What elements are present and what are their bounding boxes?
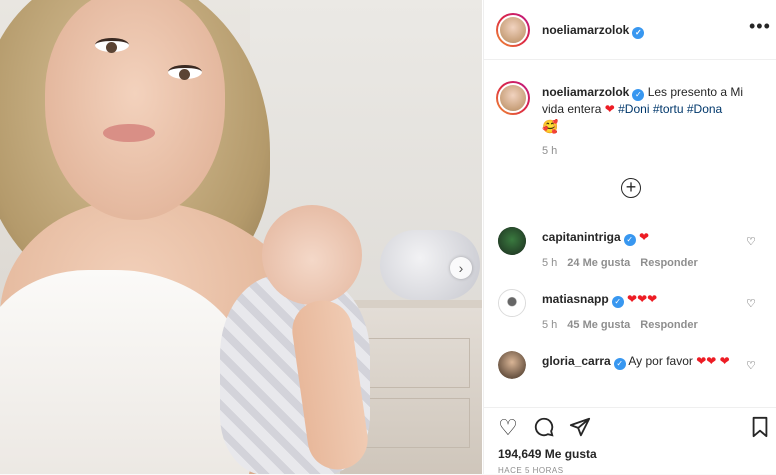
commenter-username[interactable]: matiasnapp bbox=[542, 292, 609, 306]
post-caption: noeliamarzolok ✓ Les presento a Mi vida e… bbox=[542, 84, 757, 136]
hashtag-tortu[interactable]: #tortu bbox=[653, 102, 684, 116]
post-photo[interactable]: › bbox=[0, 0, 482, 474]
commenter-username[interactable]: capitanintriga bbox=[542, 230, 621, 244]
add-comment-plus-icon[interactable]: + bbox=[621, 178, 641, 198]
author-avatar[interactable] bbox=[496, 13, 530, 47]
reply-button[interactable]: Responder bbox=[640, 319, 697, 331]
comment-body: Ay por favor bbox=[628, 354, 693, 368]
paper-plane-icon[interactable] bbox=[568, 416, 592, 440]
reply-button[interactable]: Responder bbox=[640, 257, 697, 269]
comment-likes[interactable]: 24 Me gusta bbox=[567, 257, 630, 269]
more-options-icon[interactable]: ••• bbox=[749, 17, 771, 35]
hashtag-doni[interactable]: #Doni bbox=[618, 102, 649, 116]
verified-icon: ✓ bbox=[623, 234, 636, 246]
comment-meta: 5 h 24 Me gusta Responder bbox=[542, 257, 698, 269]
commenter-avatar[interactable] bbox=[498, 289, 526, 317]
hashtag-dona[interactable]: #Dona bbox=[687, 102, 722, 116]
comments-list: noeliamarzolok ✓ Les presento a Mi vida e… bbox=[484, 61, 776, 407]
caption-time[interactable]: 5 h bbox=[542, 145, 557, 157]
bookmark-icon[interactable] bbox=[748, 416, 772, 440]
eye bbox=[95, 38, 129, 53]
red-heart-emoji: ❤❤ ❤ bbox=[696, 354, 730, 368]
comment-likes[interactable]: 45 Me gusta bbox=[567, 319, 630, 331]
verified-icon: ✓ bbox=[632, 89, 645, 101]
comment-time[interactable]: 5 h bbox=[542, 319, 557, 331]
comment-time[interactable]: 5 h bbox=[542, 257, 557, 269]
comment-text: capitanintriga ✓ ❤ bbox=[542, 229, 742, 246]
red-heart-emoji: ❤❤❤ bbox=[627, 292, 658, 306]
author-avatar[interactable] bbox=[496, 81, 530, 115]
verified-icon: ✓ bbox=[611, 296, 624, 308]
caption-username[interactable]: noeliamarzolok bbox=[542, 85, 629, 99]
heart-outline-icon[interactable]: ♡ bbox=[746, 297, 756, 310]
post-sidebar: noeliamarzolok ✓ ••• noeliamarzolok ✓ Les … bbox=[483, 0, 776, 475]
smiling-hearts-emoji: 🥰 bbox=[542, 119, 559, 134]
commenter-avatar[interactable] bbox=[498, 227, 526, 255]
comment-text: gloria_carra ✓ Ay por favor ❤❤ ❤ bbox=[542, 353, 742, 370]
eye bbox=[168, 65, 202, 80]
comment-meta: 5 h 45 Me gusta Responder bbox=[542, 319, 698, 331]
red-heart-emoji: ❤ bbox=[639, 230, 650, 244]
heart-outline-icon[interactable]: ♡ bbox=[746, 359, 756, 372]
post-header: noeliamarzolok ✓ ••• bbox=[484, 0, 776, 60]
post-actions: ♡ 194,649 Me gusta HACE 5 HORAS bbox=[484, 407, 776, 475]
red-heart-emoji: ❤ bbox=[604, 102, 615, 116]
next-photo-button[interactable]: › bbox=[450, 257, 472, 279]
comment-bubble-icon[interactable] bbox=[532, 416, 556, 440]
woman-face bbox=[45, 0, 225, 220]
chevron-right-icon: › bbox=[458, 260, 464, 276]
commenter-avatar[interactable] bbox=[498, 351, 526, 379]
instagram-post: › noeliamarzolok ✓ ••• noeliamarzolok ✓ Le… bbox=[0, 0, 776, 475]
verified-icon: ✓ bbox=[613, 358, 626, 370]
verified-icon: ✓ bbox=[632, 27, 645, 39]
likes-count[interactable]: 194,649 Me gusta bbox=[498, 447, 597, 461]
heart-outline-icon[interactable]: ♡ bbox=[496, 416, 520, 440]
baby-head bbox=[262, 205, 362, 305]
author-username[interactable]: noeliamarzolok ✓ bbox=[542, 23, 645, 39]
heart-outline-icon[interactable]: ♡ bbox=[746, 235, 756, 248]
lips bbox=[103, 124, 155, 142]
comment-text: matiasnapp ✓ ❤❤❤ bbox=[542, 291, 742, 308]
commenter-username[interactable]: gloria_carra bbox=[542, 354, 611, 368]
